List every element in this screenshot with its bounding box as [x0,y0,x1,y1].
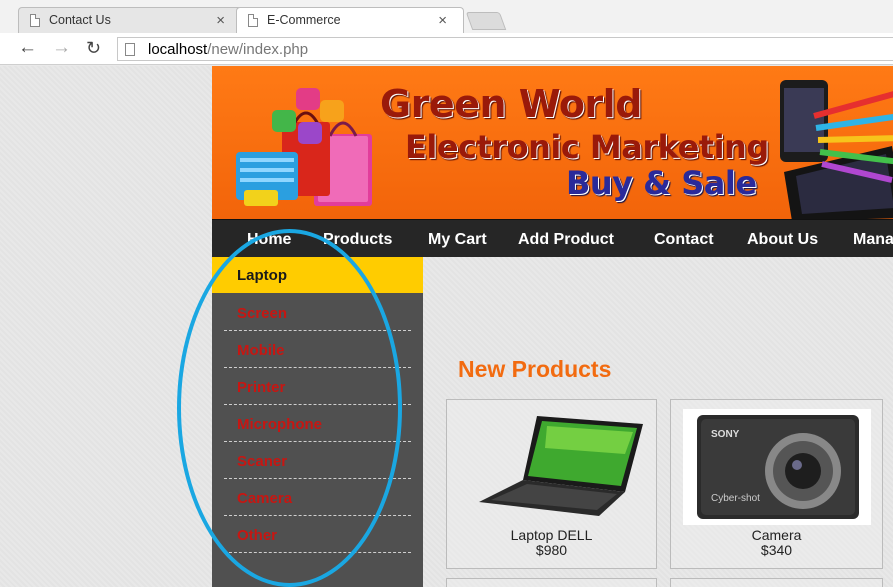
category-laptop[interactable]: Laptop [212,257,423,293]
page-icon [30,14,40,27]
category-sidebar: Laptop Screen Mobile Printer Microphone … [212,257,423,587]
category-mobile[interactable]: Mobile [212,331,423,368]
menu-item-add-product[interactable]: Add Product [518,231,614,249]
product-price: $980 [535,542,568,558]
new-tab-button[interactable] [465,12,507,30]
category-microphone[interactable]: Microphone [212,405,423,442]
menu-item-contact[interactable]: Contact [654,231,714,249]
tab-title: E-Commerce [267,13,341,27]
url-path: /new/index.php [207,41,309,58]
banner-tagline: Buy & Sale [566,164,757,202]
menu-item-manage[interactable]: Mana [853,231,893,249]
product-card[interactable] [670,578,883,587]
menu-item-products[interactable]: Products [323,231,392,249]
product-price: $340 [760,542,793,558]
tab-e-commerce[interactable]: E-Commerce × [236,7,464,33]
page-icon [248,14,258,27]
category-camera[interactable]: Camera [212,479,423,516]
forward-arrow-icon[interactable]: → [52,38,71,58]
reload-icon[interactable]: ↻ [86,38,101,58]
category-other[interactable]: Other [212,516,423,553]
browser-tab-bar: Contact Us × E-Commerce × [0,0,893,33]
menu-item-my-cart[interactable]: My Cart [428,231,487,249]
product-card-laptop[interactable]: Laptop DELL $980 [446,399,657,569]
url-text: localhost/new/index.php [148,41,308,58]
tab-contact-us[interactable]: Contact Us × [18,7,242,33]
back-arrow-icon[interactable]: ← [18,38,37,58]
url-host: localhost [148,41,208,58]
category-scaner[interactable]: Scaner [212,442,423,479]
main-nav-menu: Home Products My Cart Add Product Contac… [212,219,893,257]
new-products-heading: New Products [458,356,612,382]
site-banner: Green World Electronic Marketing Buy & S… [212,66,893,219]
camera-image: SONY Cyber-shot [683,409,871,525]
browser-toolbar: ← → ↻ localhost/new/index.php [0,33,893,65]
shopping-bags-image [236,88,372,206]
product-card-camera[interactable]: SONY Cyber-shot Camera $340 [670,399,883,569]
product-name: Camera [751,527,802,543]
page-icon [125,43,135,56]
svg-text:SONY: SONY [711,429,740,440]
banner-title: Green World [380,82,642,126]
category-screen[interactable]: Screen [212,294,423,331]
tab-title: Contact Us [49,13,111,27]
phone-tablet-image [780,80,893,219]
address-bar[interactable]: localhost/new/index.php [117,37,893,61]
banner-subtitle: Electronic Marketing [405,128,769,166]
laptop-image [479,416,643,516]
product-name: Laptop DELL [510,527,593,543]
close-tab-icon[interactable]: × [438,12,447,29]
product-card[interactable] [446,578,657,587]
menu-item-home[interactable]: Home [247,231,291,249]
menu-item-about-us[interactable]: About Us [747,231,818,249]
svg-text:Cyber-shot: Cyber-shot [711,493,760,504]
category-printer[interactable]: Printer [212,368,423,405]
close-tab-icon[interactable]: × [216,12,225,29]
